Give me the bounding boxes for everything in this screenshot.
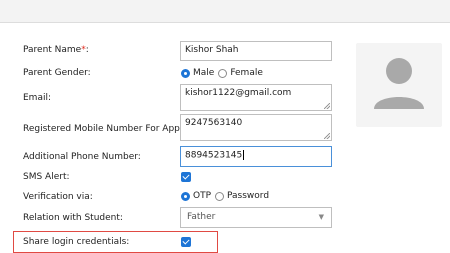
relation-value: Father [187,212,216,222]
mobile-value: 9247563140 [185,118,243,128]
mobile-label: Registered Mobile Number For App*: [23,124,187,134]
resize-grip-icon[interactable] [324,103,330,109]
required-mark: * [81,45,86,55]
parent-gender-label: Parent Gender: [23,68,91,78]
avatar[interactable] [356,43,442,127]
sms-alert-label: SMS Alert: [23,172,70,182]
email-value: kishor1122@gmail.com [185,88,292,98]
email-textarea[interactable]: kishor1122@gmail.com [180,84,332,111]
parent-name-input[interactable]: Kishor Shah [180,41,332,61]
additional-phone-value: 8894523145 [185,150,243,161]
email-label: Email: [23,93,52,103]
parent-name-label: Parent Name*: [23,45,89,55]
share-login-checkbox[interactable] [181,237,191,247]
gender-male-radio[interactable] [181,68,190,78]
gender-female-label: Female [230,68,263,78]
resize-grip-icon[interactable] [324,133,330,139]
mobile-textarea[interactable]: 9247563140 [180,114,332,141]
relation-label: Relation with Student: [23,213,123,223]
relation-select[interactable]: Father ▼ [180,207,332,228]
top-bar [0,0,450,23]
additional-phone-label: Additional Phone Number: [23,152,141,162]
verification-password-label: Password [227,191,270,201]
verification-otp-radio[interactable] [181,191,190,201]
verification-otp-label: OTP [193,191,212,201]
user-placeholder-icon [374,58,424,109]
verification-label: Verification via: [23,192,93,202]
sms-alert-checkbox[interactable] [181,172,191,182]
additional-phone-input[interactable]: 8894523145 [180,146,332,167]
verification-password-radio[interactable] [215,191,225,201]
gender-female-radio[interactable] [218,68,228,78]
parent-gender-radio-group: Male Female [181,68,267,78]
text-cursor [243,150,245,160]
verification-radio-group: OTP Password [181,191,273,201]
gender-male-label: Male [193,68,215,78]
chevron-down-icon: ▼ [318,213,324,221]
share-login-label: Share login credentials: [23,237,130,247]
